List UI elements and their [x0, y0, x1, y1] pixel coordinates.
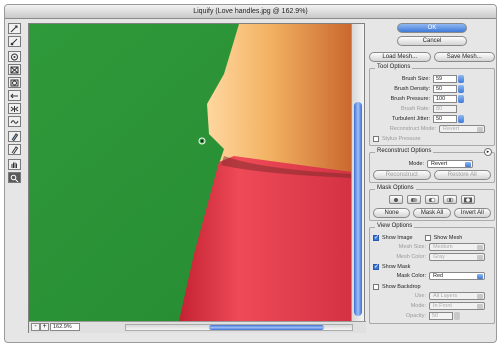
reconstruct-mode-select: Revert: [439, 124, 485, 133]
preview-area: - + 162.9%: [28, 23, 366, 333]
liquify-window: Liquify (Love handles.jpg @ 162.9%) - + …: [4, 4, 497, 343]
backdrop-opacity-field: 50: [429, 311, 453, 320]
window-title: Liquify (Love handles.jpg @ 162.9%): [5, 5, 496, 19]
horizontal-scroll-thumb[interactable]: [209, 325, 324, 330]
brush-density-spinner[interactable]: [458, 84, 464, 93]
zoom-in-button[interactable]: +: [40, 323, 49, 331]
forward-warp-tool-icon[interactable]: [8, 23, 21, 34]
mesh-size-select: Medium: [429, 242, 485, 251]
tool-options-title: Tool Options: [375, 64, 413, 70]
photo-preview: [29, 24, 352, 321]
reconstruct-mode-label: Reconstruct Mode:: [389, 125, 436, 132]
vertical-scrollbar[interactable]: [351, 24, 364, 321]
intersect-selection-icon[interactable]: [443, 195, 457, 204]
mesh-size-label: Mesh Size:: [398, 243, 426, 250]
brush-size-field[interactable]: 59: [433, 74, 457, 83]
mask-color-select[interactable]: Red: [429, 271, 485, 280]
mask-options-title: Mask Options: [375, 185, 416, 191]
reconstruct-tool-icon[interactable]: [8, 36, 21, 47]
stylus-pressure-checkbox: [373, 135, 379, 142]
brush-density-label: Brush Density:: [394, 85, 430, 92]
restore-all-button: Restore All: [433, 170, 491, 180]
turbulent-jitter-label: Turbulent Jitter:: [391, 115, 430, 122]
mesh-color-select: Gray: [429, 252, 485, 261]
reconstruct-mode-dropdown[interactable]: Revert: [427, 159, 473, 168]
tool-palette: [8, 23, 24, 185]
turbulence-tool-icon[interactable]: [8, 116, 21, 127]
subtract-from-selection-icon[interactable]: [425, 195, 439, 204]
zoom-out-button[interactable]: -: [31, 323, 40, 331]
mask-options-group: Mask Options None Mask All Invert All: [369, 185, 495, 221]
brush-rate-label: Brush Rate:: [400, 105, 430, 112]
show-image-label: Show Image: [382, 234, 413, 241]
show-image-checkbox[interactable]: ✓: [373, 234, 379, 241]
replace-selection-icon[interactable]: [389, 195, 403, 204]
zoom-tool-icon[interactable]: [8, 172, 21, 183]
mask-none-button[interactable]: None: [373, 208, 411, 218]
reconstruct-mode-label-2: Mode:: [408, 160, 424, 167]
zoom-level-field[interactable]: 162.9%: [50, 323, 80, 331]
freeze-mask-tool-icon[interactable]: [8, 131, 21, 142]
show-backdrop-checkbox[interactable]: [373, 283, 379, 290]
backdrop-mode-label: Mode:: [410, 302, 426, 309]
invert-all-button[interactable]: Invert All: [453, 208, 491, 218]
pucker-tool-icon[interactable]: [8, 64, 21, 75]
reconstruct-options-title: Reconstruct Options: [375, 148, 434, 154]
bloat-tool-icon[interactable]: [8, 77, 21, 88]
turbulent-jitter-field[interactable]: 50: [433, 114, 457, 123]
status-bar: - + 162.9%: [29, 321, 366, 333]
brush-density-field[interactable]: 50: [433, 84, 457, 93]
backdrop-mode-select: In Front: [429, 301, 485, 310]
image-canvas[interactable]: [29, 24, 352, 321]
view-options-title: View Options: [375, 223, 415, 229]
mask-color-label: Mask Color:: [396, 272, 426, 279]
stylus-pressure-label: Stylus Pressure: [382, 135, 421, 142]
brush-size-spinner[interactable]: [458, 74, 464, 83]
show-mesh-label: Show Mesh: [433, 234, 463, 241]
ok-button[interactable]: OK: [397, 23, 467, 33]
brush-pressure-label: Brush Pressure:: [390, 95, 430, 102]
invert-selection-icon[interactable]: [461, 195, 475, 204]
thaw-mask-tool-icon[interactable]: [8, 144, 21, 155]
twirl-tool-icon[interactable]: [8, 51, 21, 62]
backdrop-use-label: Use:: [414, 292, 426, 299]
mesh-color-label: Mesh Color:: [396, 253, 426, 260]
backdrop-opacity-label: Opacity:: [405, 312, 426, 319]
load-mesh-button[interactable]: Load Mesh...: [369, 52, 431, 62]
brush-pressure-field[interactable]: 100: [433, 94, 457, 103]
show-mesh-checkbox[interactable]: [424, 234, 431, 241]
push-left-tool-icon[interactable]: [8, 90, 21, 101]
vertical-scroll-thumb[interactable]: [354, 102, 362, 316]
tool-options-group: Tool Options Brush Size: 59 Brush Density…: [369, 64, 495, 146]
brush-pressure-spinner[interactable]: [458, 94, 464, 103]
reconstruct-button: Reconstruct: [373, 170, 431, 180]
save-mesh-button[interactable]: Save Mesh...: [433, 52, 495, 62]
cancel-button[interactable]: Cancel: [397, 36, 467, 46]
show-mask-checkbox[interactable]: ✓: [373, 263, 379, 270]
mask-all-button[interactable]: Mask All: [413, 208, 451, 218]
options-panel: OK Cancel Load Mesh... Save Mesh... Tool…: [369, 23, 495, 324]
horizontal-scrollbar[interactable]: [125, 324, 353, 331]
turbulent-jitter-spinner[interactable]: [458, 114, 464, 123]
show-backdrop-label: Show Backdrop: [382, 283, 421, 290]
hand-tool-icon[interactable]: [8, 159, 21, 170]
show-mask-label: Show Mask: [382, 263, 411, 270]
backdrop-use-select: All Layers: [429, 291, 485, 300]
add-to-selection-icon[interactable]: [407, 195, 421, 204]
info-icon[interactable]: ▸: [484, 148, 492, 156]
brush-rate-field: 80: [433, 104, 457, 113]
brush-size-label: Brush Size:: [401, 75, 430, 82]
view-options-group: View Options ✓ Show Image Show Mesh Mesh …: [369, 223, 495, 324]
mirror-tool-icon[interactable]: [8, 103, 21, 114]
backdrop-opacity-spinner: [454, 311, 460, 320]
reconstruct-options-group: Reconstruct Options ▸ Mode: Revert Recons…: [369, 148, 495, 183]
